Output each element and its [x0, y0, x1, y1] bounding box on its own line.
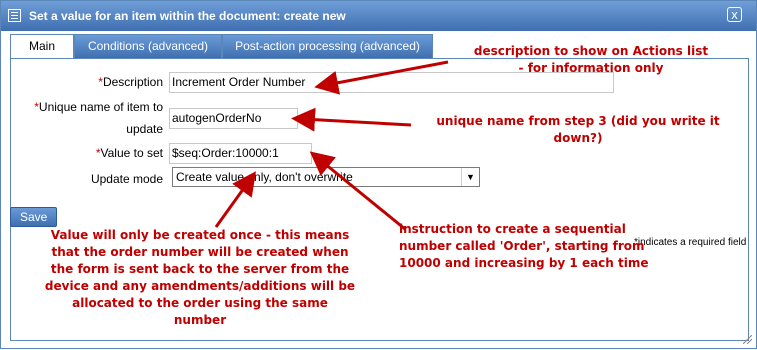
unique-name-arrow	[291, 107, 412, 132]
resize-grip-icon[interactable]	[743, 335, 752, 344]
value-arrow	[214, 171, 256, 228]
sequence-arrow	[309, 151, 406, 231]
dialog-window: Set a value for an item within the docum…	[0, 0, 757, 349]
annotation-arrows	[214, 60, 449, 231]
description-arrow	[314, 60, 449, 95]
